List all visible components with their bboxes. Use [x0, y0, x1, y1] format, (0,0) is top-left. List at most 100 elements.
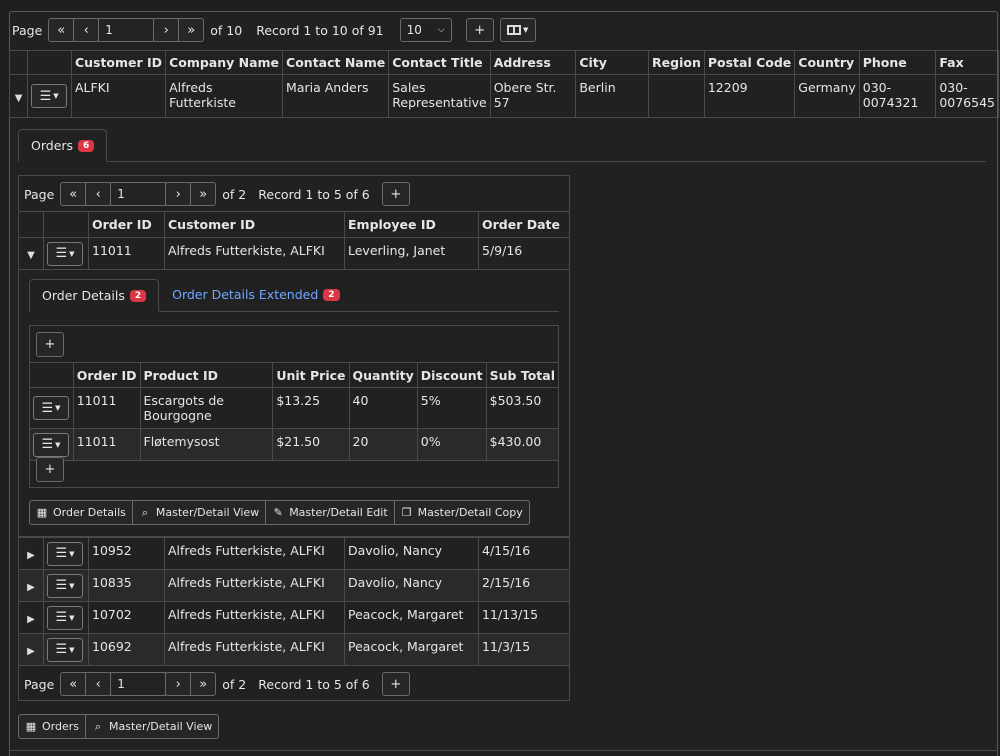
col-header[interactable]: Order ID: [88, 211, 165, 238]
expand-caret-icon[interactable]: ▶: [27, 614, 35, 625]
row-menu-button[interactable]: ☰ ▼: [47, 541, 83, 566]
row-menu-button[interactable]: ☰ ▼: [47, 573, 83, 598]
col-header[interactable]: Order ID: [72, 362, 141, 388]
cell-fax: 030-0076545: [935, 74, 999, 118]
cell-customer: Alfreds Futterkiste, ALFKI: [164, 633, 345, 666]
expand-caret-icon[interactable]: ▶: [27, 550, 35, 561]
tab-label: Orders: [31, 138, 74, 153]
col-header[interactable]: Customer ID: [164, 211, 345, 238]
col-header[interactable]: Discount: [416, 362, 487, 388]
row-menu-button[interactable]: ☰ ▼: [47, 637, 83, 662]
col-header[interactable]: City: [575, 50, 650, 75]
col-header[interactable]: Employee ID: [344, 211, 479, 238]
prev-page-button[interactable]: ‹: [85, 182, 112, 206]
col-header[interactable]: Phone: [858, 50, 937, 75]
last-page-button[interactable]: »: [178, 18, 205, 42]
expand-caret-icon[interactable]: ▶: [27, 646, 35, 657]
cell-region: [648, 74, 705, 118]
col-header[interactable]: Contact Name: [282, 50, 390, 75]
row-menu-button[interactable]: ☰ ▼: [47, 241, 83, 266]
cell-postal-code: 12209: [703, 74, 796, 118]
orders-pager-top: Page « ‹ › » of 2 Record 1 to 5 of 6 +: [24, 176, 410, 212]
cell-phone: 030-0074321: [858, 74, 937, 118]
cell-employee: Peacock, Margaret: [344, 633, 479, 666]
master-detail-copy-button[interactable]: ❐ Master/Detail Copy: [393, 500, 530, 525]
master-detail-edit-button[interactable]: ✎ Master/Detail Edit: [265, 500, 395, 525]
collapse-caret-icon[interactable]: ▼: [15, 93, 23, 104]
col-header[interactable]: Unit Price: [272, 362, 350, 388]
prev-page-button[interactable]: ‹: [73, 18, 100, 42]
orders-table-continued: ▶ ☰ ▼ 10952 Alfreds Futterkiste, ALFKI Da…: [18, 537, 570, 666]
col-header[interactable]: Customer ID: [70, 50, 167, 75]
tab-order-details[interactable]: Order Details 2: [29, 279, 160, 312]
orders-pager-bottom: Page « ‹ › » of 2 Record 1 to 5 of 6 +: [24, 666, 410, 702]
col-header[interactable]: Sub Total: [485, 362, 560, 388]
col-header[interactable]: Company Name: [165, 50, 284, 75]
cell-unit-price: $13.25: [272, 387, 350, 429]
col-header[interactable]: Address: [489, 50, 577, 75]
table-row: ▶ ☰ ▼ 10952 Alfreds Futterkiste, ALFKI Da…: [18, 537, 570, 570]
add-order-button[interactable]: +: [381, 182, 410, 206]
expand-caret-icon[interactable]: ▶: [27, 582, 35, 593]
search-icon: ⌕: [94, 719, 102, 733]
col-header[interactable]: Fax: [935, 50, 999, 75]
row-menu-button[interactable]: ☰ ▼: [31, 84, 68, 108]
col-header[interactable]: Quantity: [348, 362, 418, 388]
first-page-button[interactable]: «: [48, 18, 75, 42]
table-icon: ▦: [25, 720, 37, 733]
count-badge: 6: [78, 139, 95, 152]
page-label: Page: [24, 676, 55, 692]
next-page-button[interactable]: ›: [165, 672, 192, 696]
col-header[interactable]: Product ID: [139, 362, 274, 388]
cell-product: Fløtemysost: [139, 428, 274, 461]
first-page-button[interactable]: «: [60, 672, 87, 696]
row-menu-button[interactable]: ☰ ▼: [47, 605, 83, 630]
prev-page-button[interactable]: ‹: [85, 672, 112, 696]
orders-tabs: Orders 6: [18, 129, 986, 162]
col-header[interactable]: Contact Title: [388, 50, 491, 75]
chevron-down-icon: ⌵: [437, 25, 445, 35]
next-page-button[interactable]: ›: [153, 18, 180, 42]
table-row: ▶ ☰ ▼ 10692 Alfreds Futterkiste, ALFKI Pe…: [18, 633, 570, 666]
page-number-input[interactable]: [110, 182, 167, 206]
add-detail-button-top[interactable]: +: [36, 332, 64, 357]
orders-button[interactable]: ▦ Orders: [18, 714, 86, 739]
button-label: Orders: [42, 720, 79, 733]
orders-panel: Page « ‹ › » of 2 Record 1 to 5 of 6 + O…: [18, 175, 570, 701]
master-detail-view-button[interactable]: ⌕ Master/Detail View: [85, 714, 220, 739]
tab-label: Order Details: [42, 288, 125, 303]
cell-customer: Alfreds Futterkiste, ALFKI: [164, 537, 345, 570]
page-number-input[interactable]: [110, 672, 167, 696]
page-size-select[interactable]: 10 ⌵: [399, 18, 452, 42]
col-header[interactable]: Region: [648, 50, 705, 75]
table-row: ☰ ▼ 11011 Escargots de Bourgogne $13.25 4…: [29, 387, 560, 429]
row-menu-button[interactable]: ☰ ▼: [33, 396, 69, 420]
order-details-table: Order ID Product ID Unit Price Quantity …: [29, 362, 560, 461]
collapse-caret-icon[interactable]: ▼: [27, 250, 35, 261]
detail-tabs: Order Details 2 Order Details Extended 2: [29, 279, 559, 312]
cell-discount: 5%: [416, 387, 487, 429]
cell-employee: Leverling, Janet: [344, 237, 479, 270]
menu-icon: ☰: [55, 610, 68, 625]
first-page-button[interactable]: «: [60, 182, 87, 206]
tab-order-details-extended[interactable]: Order Details Extended 2: [159, 278, 352, 311]
add-order-button[interactable]: +: [381, 672, 410, 696]
add-record-button[interactable]: +: [465, 18, 494, 42]
next-page-button[interactable]: ›: [165, 182, 192, 206]
col-header[interactable]: Order Date: [478, 211, 570, 238]
order-details-button[interactable]: ▦ Order Details: [29, 500, 133, 525]
menu-icon: ☰: [55, 578, 68, 593]
button-label: Master/Detail View: [155, 506, 260, 519]
cell-product: Escargots de Bourgogne: [139, 387, 274, 429]
last-page-button[interactable]: »: [190, 182, 217, 206]
last-page-button[interactable]: »: [190, 672, 217, 696]
col-header[interactable]: Country: [794, 50, 860, 75]
column-chooser-button[interactable]: ▼: [499, 18, 536, 42]
col-header[interactable]: Postal Code: [703, 50, 796, 75]
page-number-input[interactable]: [98, 18, 155, 42]
row-menu-button[interactable]: ☰ ▼: [33, 432, 69, 457]
master-detail-view-button[interactable]: ⌕ Master/Detail View: [131, 500, 267, 525]
add-detail-button-bottom[interactable]: +: [36, 457, 64, 482]
tab-orders[interactable]: Orders 6: [18, 129, 108, 162]
cell-subtotal: $430.00: [485, 428, 560, 461]
